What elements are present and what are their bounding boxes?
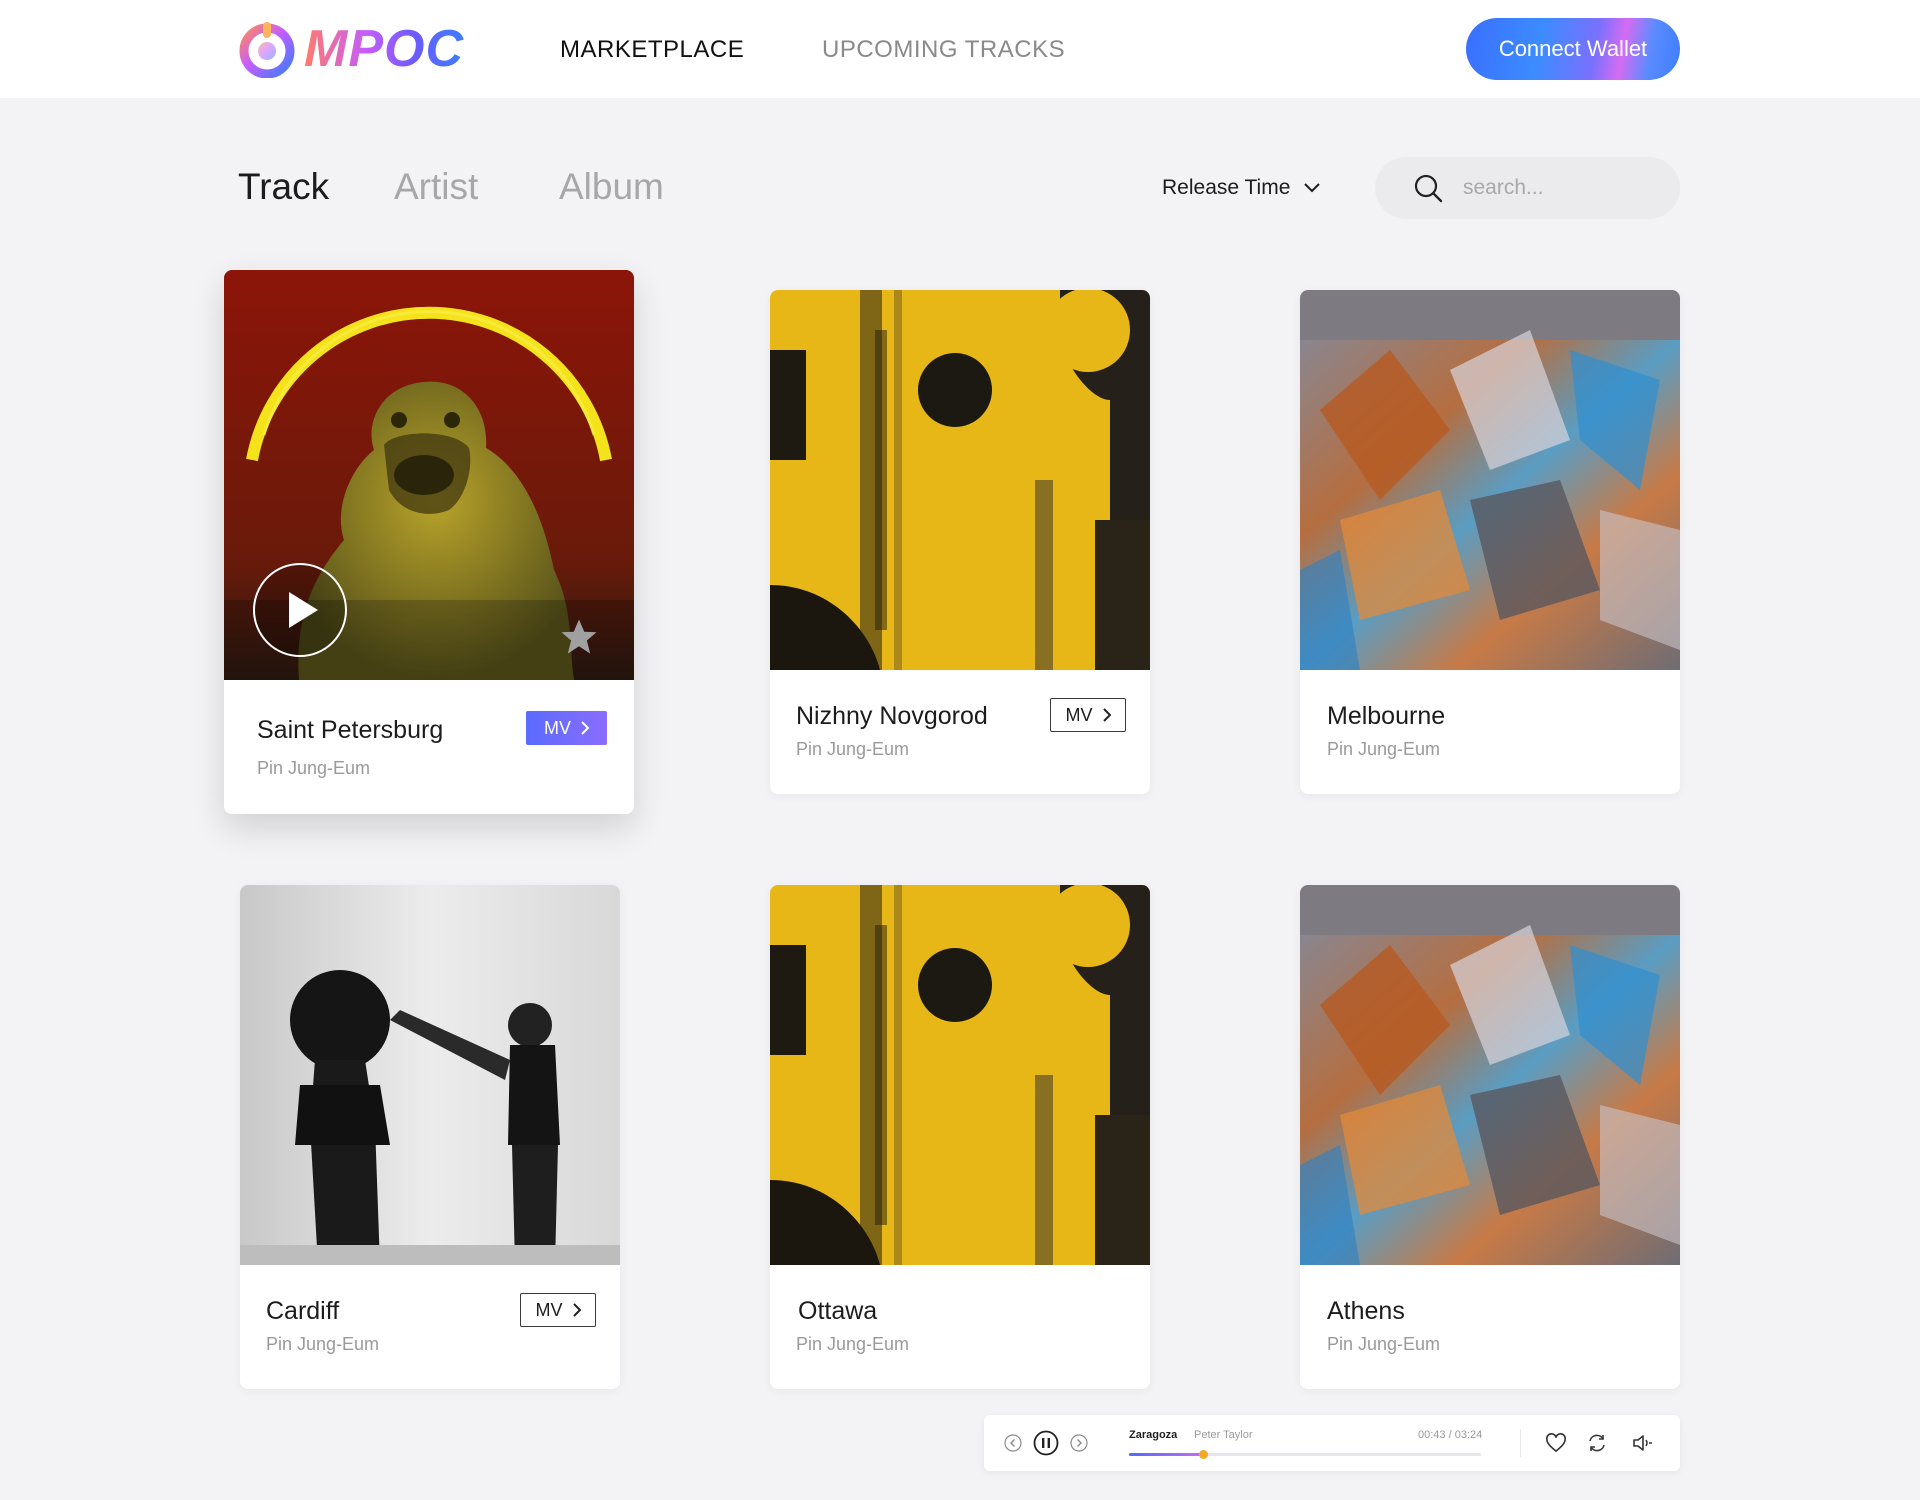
cover-image xyxy=(770,885,1150,1265)
nav-marketplace[interactable]: MARKETPLACE xyxy=(560,36,744,64)
track-card[interactable]: Nizhny Novgorod Pin Jung-Eum MV xyxy=(770,290,1150,794)
track-title: Nizhny Novgorod xyxy=(796,702,988,730)
sort-label: Release Time xyxy=(1162,176,1291,199)
mv-label: MV xyxy=(544,717,571,738)
connect-wallet-button[interactable]: Connect Wallet xyxy=(1466,18,1680,80)
previous-icon[interactable] xyxy=(1004,1434,1022,1452)
cover-image xyxy=(1300,290,1680,670)
track-title: Melbourne xyxy=(1327,702,1446,730)
logo-text: MPOC xyxy=(304,20,464,78)
track-artist: Pin Jung-Eum xyxy=(796,1334,910,1354)
track-card[interactable]: Athens Pin Jung-Eum xyxy=(1300,885,1680,1389)
progress-handle[interactable] xyxy=(1198,1450,1208,1459)
player-track-title: Zaragoza xyxy=(1129,1429,1178,1441)
volume-icon[interactable] xyxy=(1632,1433,1654,1453)
cover-image xyxy=(224,270,634,680)
logo[interactable]: MPOC xyxy=(238,20,464,78)
track-artist: Pin Jung-Eum xyxy=(257,758,371,778)
chevron-right-icon xyxy=(1102,708,1111,722)
mv-label: MV xyxy=(1065,704,1093,725)
heart-icon[interactable] xyxy=(1545,1433,1567,1453)
logo-icon xyxy=(239,22,295,78)
search-icon xyxy=(1414,174,1443,203)
track-artist: Pin Jung-Eum xyxy=(1327,1334,1441,1354)
mv-button[interactable]: MV xyxy=(520,1293,596,1327)
track-card[interactable]: Saint Petersburg Pin Jung-Eum MV xyxy=(224,270,634,814)
track-title: Athens xyxy=(1327,1297,1405,1325)
track-title: Cardiff xyxy=(266,1297,340,1325)
player-artist: Peter Taylor xyxy=(1194,1429,1253,1441)
cover-image xyxy=(1300,885,1680,1265)
pause-icon[interactable] xyxy=(1033,1430,1059,1456)
chevron-right-icon xyxy=(572,1303,581,1317)
tab-artist[interactable]: Artist xyxy=(394,166,478,208)
cover-image xyxy=(240,885,620,1265)
player-divider xyxy=(1520,1429,1521,1457)
player-time: 00:43 / 03:24 xyxy=(1418,1429,1483,1441)
mv-button[interactable]: MV xyxy=(1050,698,1126,732)
sort-dropdown[interactable]: Release Time xyxy=(1162,176,1321,200)
progress-fill xyxy=(1129,1453,1203,1456)
nav-upcoming-tracks[interactable]: UPCOMING TRACKS xyxy=(822,36,1065,64)
track-artist: Pin Jung-Eum xyxy=(1327,739,1441,759)
mini-player: Zaragoza Peter Taylor 00:43 / 03:24 xyxy=(984,1415,1680,1471)
top-header: MPOC MARKETPLACE UPCOMING TRACKS Connect… xyxy=(0,0,1920,98)
next-icon[interactable] xyxy=(1070,1434,1088,1452)
repeat-icon[interactable] xyxy=(1587,1433,1607,1453)
tab-album[interactable]: Album xyxy=(559,166,664,208)
mv-button[interactable]: MV xyxy=(526,711,607,745)
track-title: Saint Petersburg xyxy=(257,716,444,744)
cover-image xyxy=(770,290,1150,670)
chevron-right-icon xyxy=(581,721,589,735)
search-input[interactable] xyxy=(1463,176,1653,200)
progress-bar[interactable] xyxy=(1129,1450,1481,1459)
track-card[interactable]: Melbourne Pin Jung-Eum xyxy=(1300,290,1680,794)
track-card[interactable]: Ottawa Pin Jung-Eum xyxy=(770,885,1150,1389)
chevron-down-icon xyxy=(1304,183,1321,193)
track-artist: Pin Jung-Eum xyxy=(266,1334,380,1354)
star-icon[interactable] xyxy=(558,616,600,658)
tab-track[interactable]: Track xyxy=(238,166,329,208)
track-title: Ottawa xyxy=(798,1297,878,1325)
search-box[interactable] xyxy=(1375,157,1680,219)
track-card[interactable]: Cardiff Pin Jung-Eum MV xyxy=(240,885,620,1389)
mv-label: MV xyxy=(535,1299,563,1320)
track-artist: Pin Jung-Eum xyxy=(796,739,910,759)
play-icon[interactable] xyxy=(252,562,348,658)
page: MPOC MARKETPLACE UPCOMING TRACKS Connect… xyxy=(0,0,1920,1500)
